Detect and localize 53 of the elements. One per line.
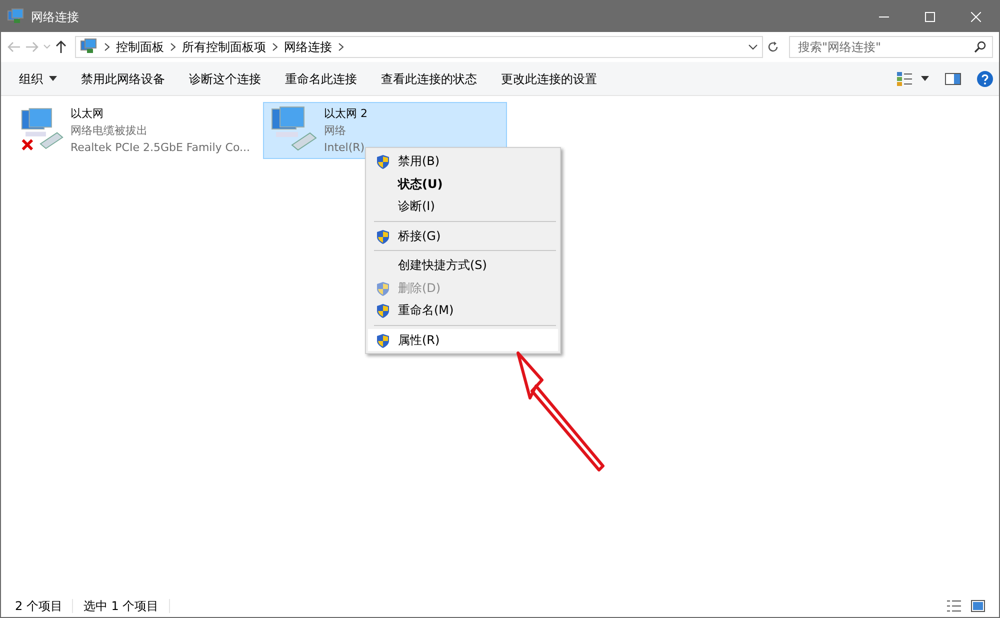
menu-item[interactable]: 重命名(M) [368,299,558,322]
command-button[interactable]: 禁用此网络设备 [69,66,177,92]
disconnected-network-icon [20,105,64,153]
chevron-icon [104,43,110,51]
chevron-icon [170,43,176,51]
shield-icon [376,332,390,348]
help-icon[interactable] [977,70,993,86]
dropdown-icon[interactable] [748,44,758,50]
command-button[interactable]: 诊断这个连接 [177,66,273,92]
control-panel-icon [80,38,98,56]
menu-item[interactable]: 状态(U) [368,172,558,195]
menu-item[interactable]: 诊断(I) [368,195,558,218]
caret-icon[interactable] [921,76,929,81]
breadcrumb[interactable]: 网络连接 [284,38,332,56]
large-icons-view-icon[interactable] [971,600,985,612]
connection-status: 网络电缆被拔出 [70,123,148,139]
close-icon [971,12,981,22]
command-button[interactable]: 更改此连接的设置 [489,66,609,92]
details-view-icon[interactable] [947,600,961,612]
address-bar[interactable]: 控制面板 所有控制面板项 网络连接 [75,36,763,58]
chevron-icon [338,43,344,51]
menu-item[interactable]: 桥接(G) [368,224,558,247]
window-title: 网络连接 [31,8,79,26]
command-button[interactable]: 重命名此连接 [273,66,369,92]
search-field[interactable]: 搜索"网络连接" [789,36,993,58]
preview-pane-icon[interactable] [945,72,961,84]
connection-name: 以太网 [70,106,104,122]
maximize-icon [925,12,935,22]
device-name: Realtek PCIe 2.5GbE Family Co... [70,140,250,156]
breadcrumb[interactable]: 控制面板 [116,38,164,56]
refresh-icon[interactable] [767,41,779,53]
search-icon[interactable] [974,41,986,53]
connection-name: 以太网 2 [324,106,368,122]
connection-item[interactable]: 以太网 网络电缆被拔出 Realtek PCIe 2.5GbE Family Co... [13,102,257,159]
shield-icon [376,228,390,244]
network-folder-icon [7,8,25,26]
menu-item[interactable]: 创建快捷方式(S) [368,254,558,276]
chevron-icon [272,43,278,51]
up-icon[interactable] [55,40,67,54]
shield-icon [376,154,390,170]
selection-count: 选中 1 个项目 [83,598,159,615]
shield-icon [376,280,390,296]
command-button[interactable]: 查看此连接的状态 [369,66,489,92]
menu-item[interactable]: 属性(R) [368,328,558,351]
breadcrumb[interactable]: 所有控制面板项 [182,38,266,56]
caret-icon [49,76,57,81]
view-options-icon[interactable] [897,72,913,86]
item-count: 2 个项目 [15,598,62,615]
connection-status: 网络 [324,123,347,139]
network-adapter-icon [270,105,318,153]
shield-icon [376,303,390,319]
device-name: Intel(R) [324,140,366,156]
command-button[interactable]: 组织 [7,66,69,92]
